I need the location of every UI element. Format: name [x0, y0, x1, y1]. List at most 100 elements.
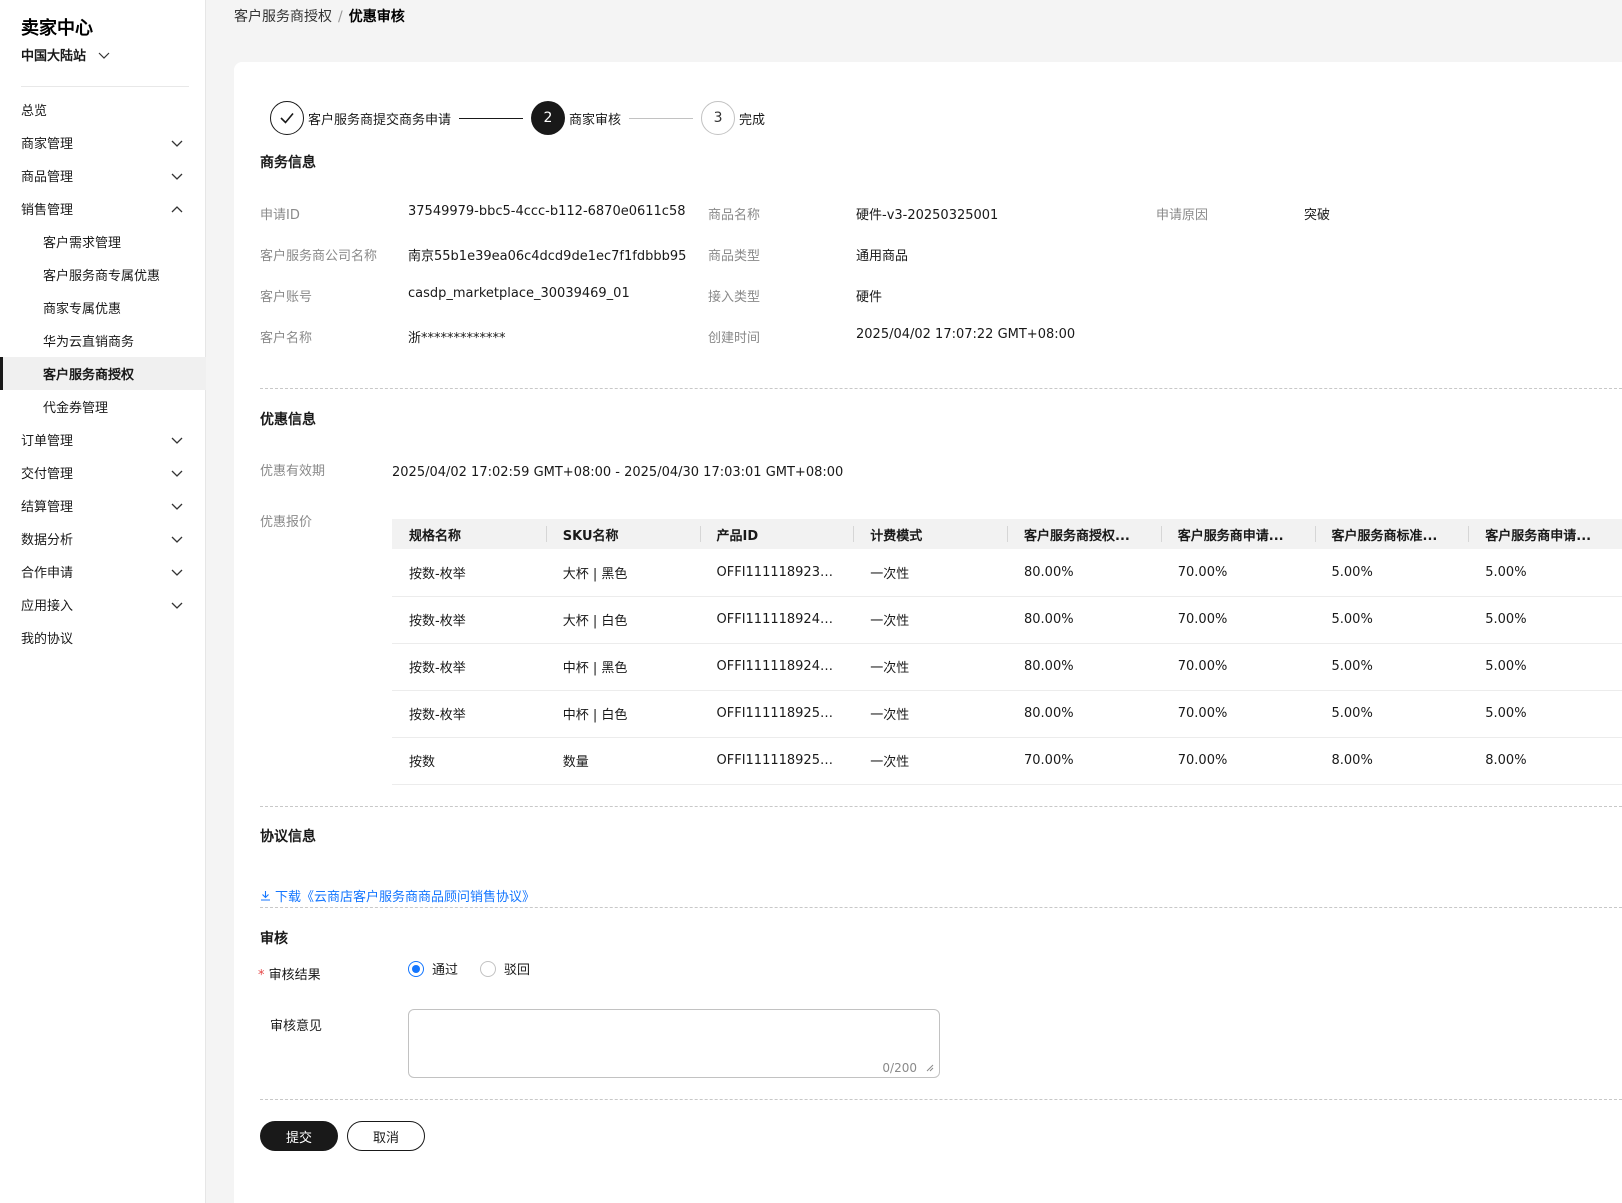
sidebar-item-2[interactable]: 商品管理 — [0, 159, 206, 192]
sidebar-item-12[interactable]: 结算管理 — [0, 489, 206, 522]
table-cell: OFFI1111189247... — [699, 643, 854, 691]
column-header: 规格名称 — [392, 519, 546, 549]
sidebar-menu: 总览商家管理商品管理销售管理 客户需求管理 客户服务商专属优惠商家专属优惠华为云直销… — [0, 93, 206, 654]
table-cell: 5.00% — [1314, 596, 1469, 644]
table-cell: 70.00% — [1160, 737, 1315, 785]
sidebar-item-9[interactable]: 代金券管理 — [0, 390, 206, 423]
required-mark: * — [258, 968, 265, 983]
column-header: 计费模式 — [853, 519, 1007, 549]
column-header: 客户服务商申请... — [1468, 519, 1622, 549]
sidebar-item-6[interactable]: 商家专属优惠 — [0, 291, 206, 324]
table-cell: 70.00% — [1007, 737, 1161, 785]
main-card: 客户服务商提交商务申请 2 商家审核 3 完成 商务信息 申请ID 375499… — [234, 62, 1622, 1203]
radio-approve-dot[interactable] — [408, 960, 424, 977]
sidebar-item-label: 总览 — [21, 104, 48, 119]
chevron-down-icon[interactable] — [170, 532, 184, 546]
sidebar-item-label: 我的协议 — [21, 632, 74, 647]
apply-reason-value: 突破 — [1304, 208, 1331, 223]
customer-account-value: casdp_marketplace_30039469_01 — [408, 286, 630, 301]
apply-id-label: 申请ID — [260, 208, 300, 223]
chevron-down-icon[interactable] — [170, 598, 184, 612]
chevron-down-icon[interactable] — [170, 433, 184, 447]
table-row: 按数-枚举 中杯 | 白色 OFFI1111189252... 一次性 80.00% 70… — [392, 690, 1622, 738]
chevron-down-icon — [98, 52, 110, 59]
table-row: 按数 数量 OFFI1111189257... 一次性 70.00% 70.00% 8.00… — [392, 737, 1622, 785]
table-cell: OFFI1111189252... — [699, 690, 854, 738]
sidebar-item-10[interactable]: 订单管理 — [0, 423, 206, 456]
sidebar-item-13[interactable]: 数据分析 — [0, 522, 206, 555]
review-comment-textarea[interactable]: 0/200 — [408, 1009, 940, 1078]
table-cell: 5.00% — [1314, 643, 1469, 691]
table-cell: 按数-枚举 — [392, 690, 546, 738]
radio-approve-label: 通过 — [432, 963, 459, 978]
table-cell: 70.00% — [1160, 549, 1315, 597]
table-cell: 一次性 — [853, 596, 1007, 644]
product-type-label: 商品类型 — [708, 249, 761, 264]
access-type-value: 硬件 — [856, 290, 883, 305]
breadcrumb: 客户服务商授权 / 优惠审核 — [234, 6, 405, 26]
download-agreement-link[interactable]: 下载《云商店客户服务商商品顾问销售协议》 — [260, 886, 535, 905]
table-cell: 8.00% — [1468, 737, 1622, 785]
chevron-down-icon[interactable] — [170, 466, 184, 480]
sidebar-item-14[interactable]: 合作申请 — [0, 555, 206, 588]
section-divider — [260, 1099, 1622, 1100]
sidebar-item-1[interactable]: 商家管理 — [0, 126, 206, 159]
sidebar-item-5[interactable]: 客户服务商专属优惠 — [0, 258, 206, 291]
column-header: 客户服务商标准... — [1314, 519, 1469, 549]
table-cell: OFFI1111189243... — [699, 596, 854, 644]
chevron-down-icon[interactable] — [170, 136, 184, 150]
cancel-button[interactable]: 取消 — [347, 1121, 425, 1151]
business-info-title: 商务信息 — [260, 155, 316, 171]
table-cell: 一次性 — [853, 690, 1007, 738]
sidebar-item-label: 商家管理 — [21, 137, 74, 152]
table-cell: 5.00% — [1468, 549, 1622, 597]
review-result-radios: 通过 驳回 — [408, 959, 530, 978]
created-time-value: 2025/04/02 17:07:22 GMT+08:00 — [856, 327, 1076, 342]
radio-approve[interactable]: 通过 — [408, 959, 458, 978]
site-selector[interactable]: 中国大陆站 — [21, 45, 110, 64]
table-cell: 一次性 — [853, 643, 1007, 691]
table-cell: 80.00% — [1007, 643, 1161, 691]
sidebar-item-label: 商品管理 — [21, 170, 74, 185]
sidebar-item-label: 代金券管理 — [43, 401, 109, 416]
radio-reject-dot[interactable] — [480, 960, 497, 977]
sidebar-item-16[interactable]: 我的协议 — [0, 621, 206, 654]
check-icon — [280, 112, 294, 124]
table-cell: 5.00% — [1314, 549, 1469, 597]
table-cell: 按数-枚举 — [392, 549, 546, 597]
breadcrumb-parent[interactable]: 客户服务商授权 — [234, 9, 332, 25]
created-time-label: 创建时间 — [708, 331, 761, 346]
product-name-value: 硬件-v3-20250325001 — [856, 208, 999, 223]
table-cell: 大杯 | 黑色 — [545, 549, 700, 597]
sidebar-item-7[interactable]: 华为云直销商务 — [0, 324, 206, 357]
quote-table: 规格名称 SKU名称 产品ID 计费模式 客户服务商授权... 客户服务商申请... 客户服… — [392, 519, 1622, 785]
submit-button[interactable]: 提交 — [260, 1121, 338, 1151]
sidebar-item-8[interactable]: 客户服务商授权 — [0, 357, 206, 390]
validity-value: 2025/04/02 17:02:59 GMT+08:00 - 2025/04/… — [392, 465, 844, 480]
radio-reject[interactable]: 驳回 — [480, 959, 530, 978]
table-cell: 80.00% — [1007, 690, 1161, 738]
sidebar-item-3[interactable]: 销售管理 — [0, 192, 206, 225]
table-cell: 80.00% — [1007, 549, 1161, 597]
sidebar-item-label: 数据分析 — [21, 533, 74, 548]
sidebar-item-0[interactable]: 总览 — [0, 93, 206, 126]
section-divider — [260, 907, 1622, 908]
validity-label: 优惠有效期 — [260, 464, 326, 479]
resize-handle-icon[interactable] — [926, 1064, 934, 1072]
chevron-up-icon[interactable] — [170, 202, 184, 216]
sidebar-item-11[interactable]: 交付管理 — [0, 456, 206, 489]
sidebar-item-label: 商家专属优惠 — [43, 302, 122, 317]
table-cell: 按数-枚举 — [392, 596, 546, 644]
table-cell: 70.00% — [1160, 643, 1315, 691]
customer-name-label: 客户名称 — [260, 331, 313, 346]
product-name-label: 商品名称 — [708, 208, 761, 223]
table-cell: 一次性 — [853, 737, 1007, 785]
sidebar-item-4[interactable]: 客户需求管理 — [0, 225, 206, 258]
table-cell: 按数-枚举 — [392, 643, 546, 691]
step-connector-2 — [629, 117, 694, 119]
chevron-down-icon[interactable] — [170, 565, 184, 579]
access-type-label: 接入类型 — [708, 290, 761, 305]
sidebar-item-15[interactable]: 应用接入 — [0, 588, 206, 621]
chevron-down-icon[interactable] — [170, 499, 184, 513]
chevron-down-icon[interactable] — [170, 169, 184, 183]
